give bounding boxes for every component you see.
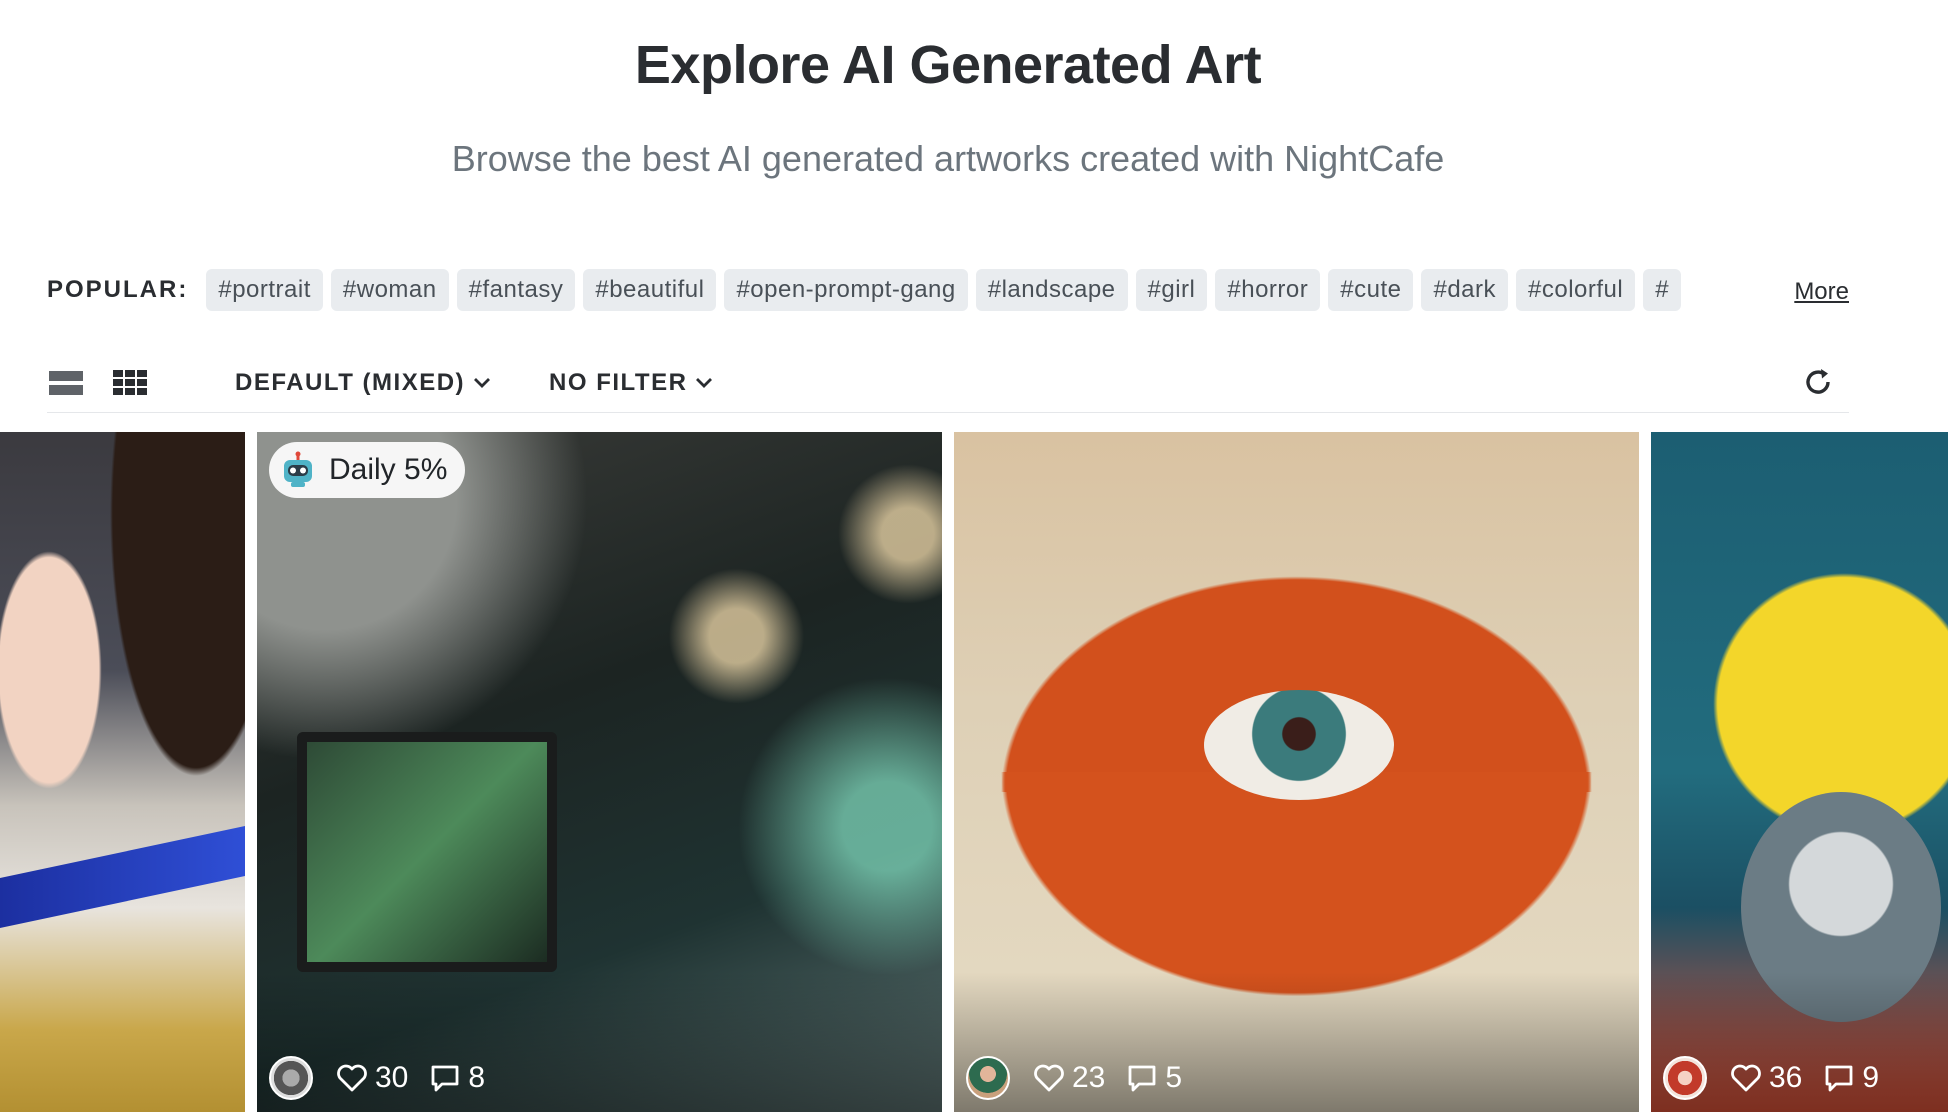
tag-woman[interactable]: #woman — [330, 269, 449, 311]
tag-open-prompt-gang[interactable]: #open-prompt-gang — [724, 269, 968, 311]
page-subtitle: Browse the best AI generated artworks cr… — [451, 138, 1445, 179]
filter-label: NO FILTER — [549, 368, 688, 396]
card-stats: 23 5 — [966, 1056, 1202, 1100]
tags-list: #portrait #woman #fantasy #beautiful #op… — [206, 269, 1767, 311]
artwork-card[interactable] — [0, 432, 245, 1112]
tag-colorful[interactable]: #colorful — [1516, 269, 1636, 311]
badge-label: Daily 5% — [329, 453, 448, 486]
comment-icon[interactable] — [428, 1061, 462, 1095]
chevron-down-icon — [696, 377, 713, 388]
sort-dropdown[interactable]: DEFAULT (MIXED) — [235, 369, 491, 397]
artwork-image — [297, 732, 557, 972]
card-stats: 36 9 — [1663, 1056, 1899, 1100]
grid-view-icon[interactable] — [111, 367, 149, 399]
page-title: Explore AI Generated Art — [634, 35, 1262, 95]
tag-fantasy[interactable]: #fantasy — [456, 269, 576, 311]
popular-tags-bar: POPULAR: #portrait #woman #fantasy #beau… — [47, 268, 1849, 312]
likes-count: 23 — [1072, 1061, 1106, 1094]
comments-count: 5 — [1165, 1061, 1183, 1094]
comment-icon[interactable] — [1822, 1061, 1856, 1095]
artwork-image — [0, 825, 245, 929]
comments-count: 9 — [1862, 1061, 1880, 1094]
tag-dark[interactable]: #dark — [1421, 269, 1509, 311]
comment-icon[interactable] — [1125, 1061, 1159, 1095]
comments-count: 8 — [468, 1061, 486, 1094]
tag-horror[interactable]: #horror — [1215, 269, 1321, 311]
tag-landscape[interactable]: #landscape — [975, 269, 1128, 311]
gallery: Daily 5% 30 8 23 5 36 9 — [0, 432, 1948, 1112]
filter-dropdown[interactable]: NO FILTER — [549, 369, 713, 397]
more-tags-link[interactable]: More — [1794, 278, 1849, 306]
popular-label: POPULAR: — [47, 276, 189, 303]
card-stats: 30 8 — [269, 1056, 505, 1100]
artwork-card[interactable]: Daily 5% 30 8 — [257, 432, 942, 1112]
tag-beautiful[interactable]: #beautiful — [583, 269, 717, 311]
likes-count: 36 — [1769, 1061, 1803, 1094]
tag-truncated[interactable]: # — [1643, 269, 1682, 311]
chevron-down-icon — [474, 377, 491, 388]
heart-icon[interactable] — [335, 1061, 369, 1095]
daily-badge: Daily 5% — [269, 442, 466, 498]
tag-cute[interactable]: #cute — [1328, 269, 1414, 311]
heart-icon[interactable] — [1032, 1061, 1066, 1095]
artwork-card[interactable]: 23 5 — [954, 432, 1639, 1112]
avatar[interactable] — [269, 1056, 313, 1100]
artwork-card[interactable]: 36 9 — [1651, 432, 1948, 1112]
tag-portrait[interactable]: #portrait — [206, 269, 323, 311]
gallery-toolbar: DEFAULT (MIXED) NO FILTER — [47, 353, 1849, 413]
refresh-icon[interactable] — [1801, 365, 1835, 399]
list-view-icon[interactable] — [47, 367, 85, 399]
robot-icon — [284, 451, 312, 487]
sort-label: DEFAULT (MIXED) — [235, 368, 466, 396]
heart-icon[interactable] — [1729, 1061, 1763, 1095]
avatar[interactable] — [1663, 1056, 1707, 1100]
likes-count: 30 — [375, 1061, 409, 1094]
tag-girl[interactable]: #girl — [1135, 269, 1208, 311]
avatar[interactable] — [966, 1056, 1010, 1100]
